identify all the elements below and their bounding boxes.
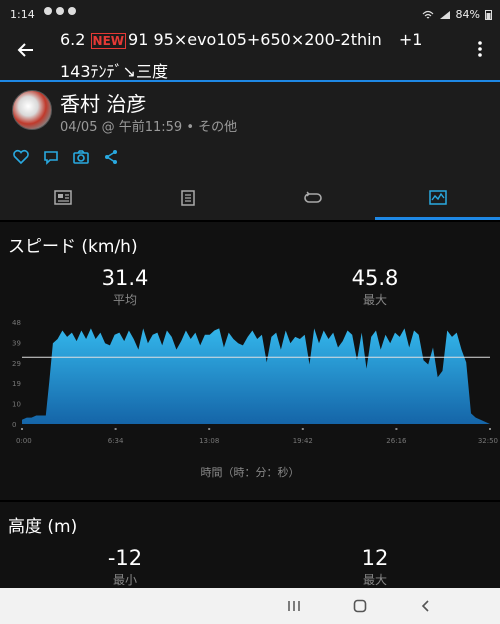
notification-icon: [44, 7, 52, 15]
active-tab-indicator: [375, 217, 500, 220]
y-tick-label: 29: [12, 360, 21, 368]
y-tick-label: 39: [12, 339, 21, 347]
max-speed-label: 最大: [362, 293, 387, 307]
min-altitude-label: 最小: [112, 573, 137, 587]
y-tick-label: 48: [12, 319, 21, 327]
tab-charts[interactable]: [375, 176, 500, 220]
home-icon[interactable]: [348, 596, 372, 616]
y-tick-label: 0: [12, 421, 16, 429]
x-tick-mark: [301, 428, 304, 430]
comment-icon[interactable]: [42, 148, 60, 166]
owner-name: 香村 治彦: [60, 92, 147, 116]
activity-meta: 04/05 @ 午前11:59 • その他: [60, 120, 238, 135]
activity-owner: 香村 治彦 04/05 @ 午前11:59 • その他: [0, 82, 500, 142]
x-tick-mark: [114, 428, 117, 430]
social-actions: [0, 142, 500, 176]
x-tick-mark: [489, 428, 491, 430]
notification-icon: [56, 7, 64, 15]
tab-details[interactable]: [125, 176, 250, 220]
min-altitude-stat: -12 最小: [65, 546, 185, 588]
x-tick-label: 32:50: [478, 437, 498, 445]
system-nav-bar: [0, 588, 500, 624]
speed-area: [22, 328, 490, 424]
wifi-icon: [422, 10, 433, 18]
x-tick-label: 26:16: [386, 437, 407, 445]
share-icon[interactable]: [102, 148, 120, 166]
avg-speed-stat: 31.4 平均: [65, 266, 185, 308]
min-altitude-value: -12: [107, 546, 143, 570]
x-tick-label: 13:08: [199, 437, 219, 445]
laps-icon: [303, 191, 322, 203]
x-tick-label: 6:34: [108, 437, 124, 445]
back-arrow-icon[interactable]: [10, 34, 42, 66]
new-badge: NEW: [90, 33, 127, 49]
x-tick-label: 19:42: [293, 437, 313, 445]
x-tick-mark: [395, 428, 398, 430]
y-tick-label: 10: [12, 401, 21, 409]
speed-section: スピード (km/h) 31.4 平均 45.8 最大 0 10 19 29 39 48 …: [0, 222, 500, 500]
max-altitude-value: 12: [361, 546, 389, 570]
like-heart-icon[interactable]: [12, 148, 30, 166]
max-altitude-stat: 12 最大: [315, 546, 435, 588]
activity-title-line2: 143ﾃﾝﾃﾞ↘三度: [60, 62, 168, 81]
signal-icon: [439, 10, 450, 19]
max-altitude-label: 最大: [362, 573, 387, 587]
recent-apps-icon[interactable]: [282, 596, 306, 616]
activity-tabs: [0, 176, 500, 220]
notification-icons: [44, 7, 76, 15]
add-photo-icon[interactable]: [72, 148, 90, 166]
chart-icon: [428, 190, 447, 205]
avg-speed-value: 31.4: [101, 266, 149, 290]
battery-level: 84%: [455, 8, 480, 21]
speed-title: スピード (km/h): [8, 237, 138, 257]
speed-chart[interactable]: 0 10 19 29 39 48 0:00 6:34 13:08 19:42 26:16 32:50: [0, 312, 500, 472]
extra-count: +1: [398, 30, 423, 49]
back-nav-icon[interactable]: [414, 596, 438, 616]
tab-overview[interactable]: [0, 176, 125, 220]
x-tick-mark: [21, 428, 23, 430]
y-tick-label: 19: [12, 380, 21, 388]
battery-icon: [485, 10, 492, 20]
max-speed-stat: 45.8 最大: [315, 266, 435, 308]
app-bar: 6.2 NEW 91 95×evo105+650×200-2thin +1 143…: [0, 28, 500, 81]
max-speed-value: 45.8: [351, 266, 399, 290]
overview-icon: [53, 190, 72, 205]
details-icon: [180, 190, 195, 206]
activity-title-line1: 6.2 NEW 91 95×evo105+650×200-2thin +1: [60, 30, 423, 49]
notification-icon: [68, 7, 76, 15]
avatar[interactable]: [12, 90, 52, 130]
altitude-title: 高度 (m): [8, 517, 78, 537]
clock: 1:14: [10, 8, 35, 21]
tab-laps[interactable]: [250, 176, 375, 220]
x-tick-label: 0:00: [16, 437, 32, 445]
x-axis-title: 時間（時：分：秒）: [200, 466, 300, 479]
x-tick-mark: [208, 428, 211, 430]
more-options-icon[interactable]: [470, 38, 490, 62]
avg-speed-label: 平均: [112, 293, 137, 307]
altitude-section: 高度 (m) -12 最小 12 最大: [0, 502, 500, 588]
status-bar: 1:14 84%: [0, 0, 500, 28]
